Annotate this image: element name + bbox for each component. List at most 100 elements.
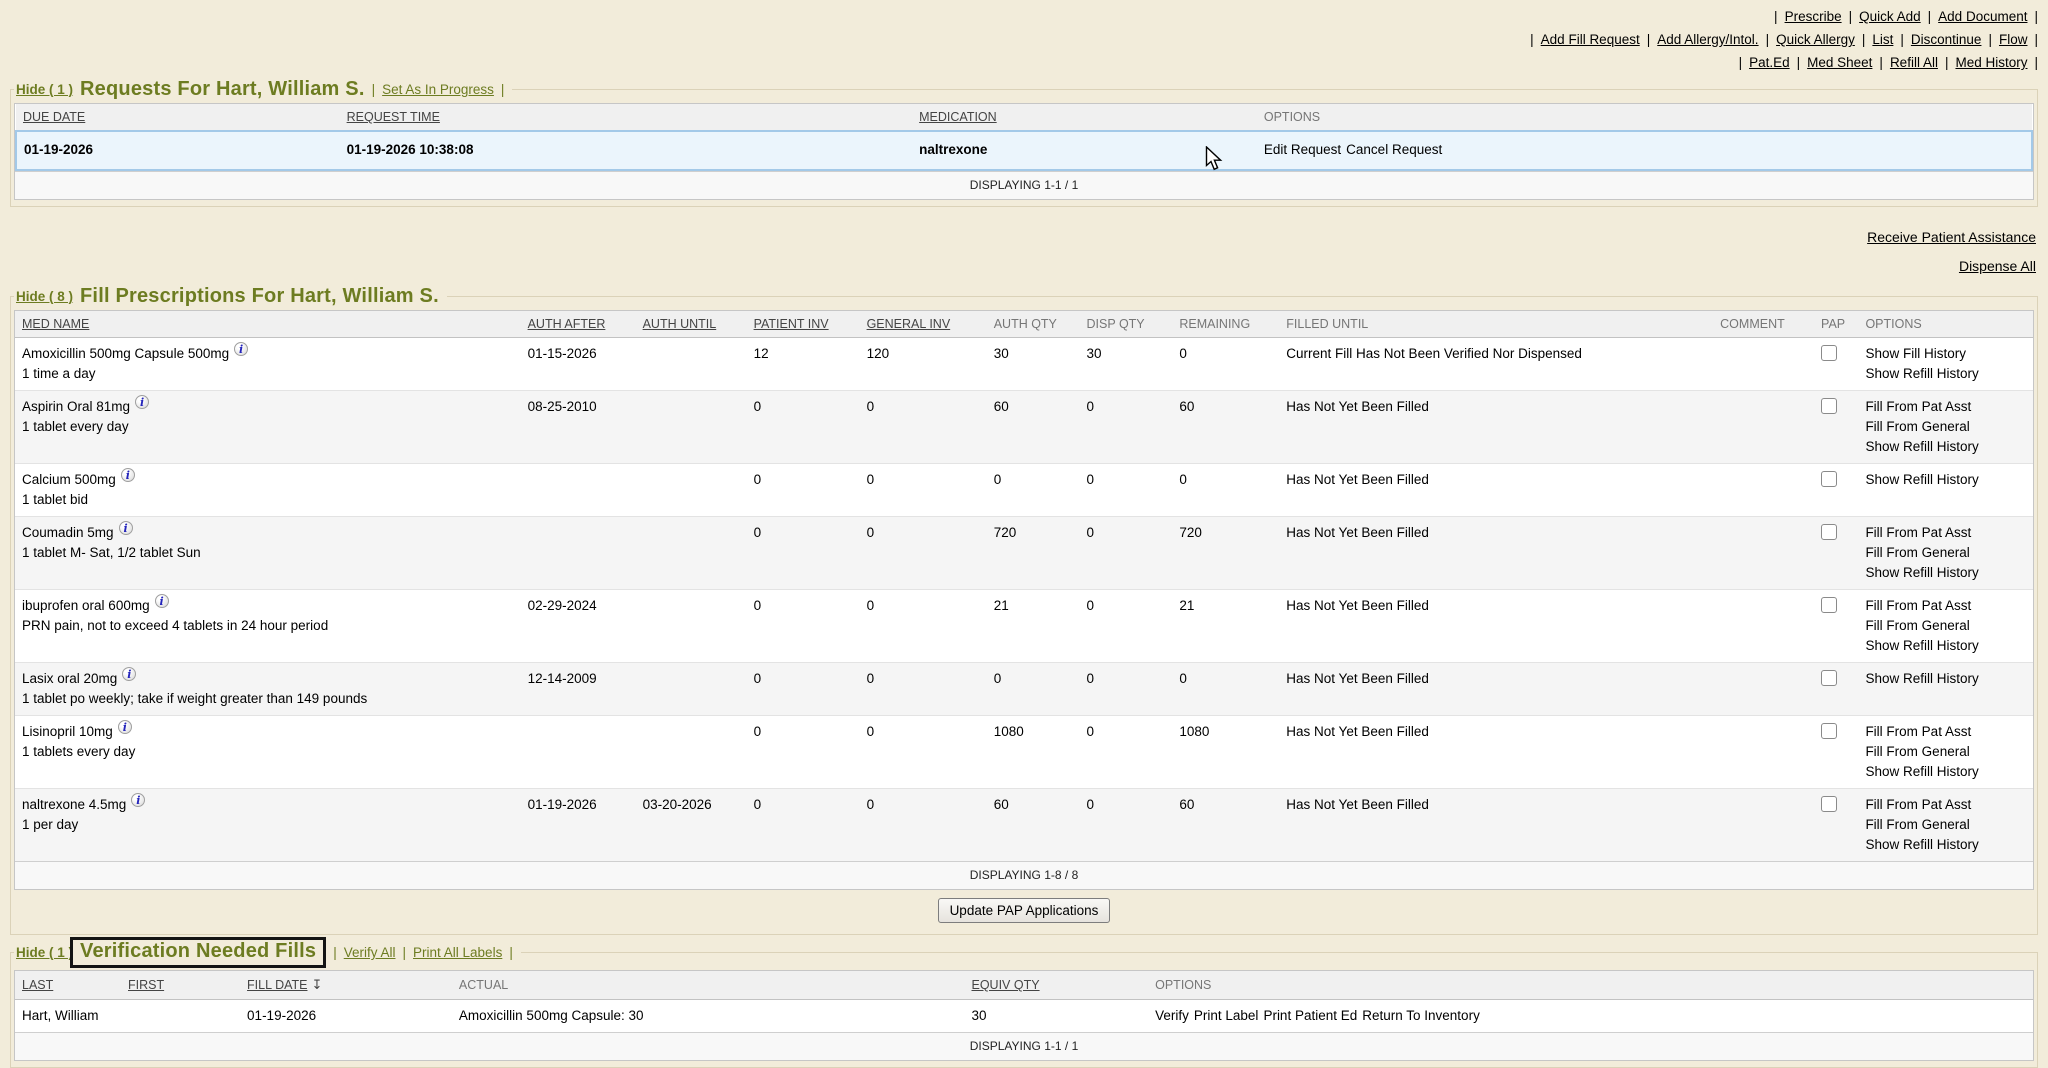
info-icon[interactable]: i [122,667,136,681]
column-patient-inv[interactable]: PATIENT INV [754,317,829,331]
pap-checkbox[interactable] [1821,345,1837,361]
pap-checkbox[interactable] [1821,597,1837,613]
column-med-name[interactable]: MED NAME [22,317,89,331]
separator: | [1647,32,1651,47]
request-due-date: 01-19-2026 [16,131,347,170]
option-link[interactable]: Fill From Pat Asst [1865,722,2027,742]
filled-until-cell: Has Not Yet Been Filled [1286,789,1720,862]
option-link[interactable]: Fill From General [1865,417,2027,437]
nav-link-add-document[interactable]: Add Document [1938,9,2027,24]
info-icon[interactable]: i [119,521,133,535]
disp-qty-cell: 30 [1087,338,1180,391]
dispense-all-link[interactable]: Dispense All [0,252,2036,281]
nav-link-discontinue[interactable]: Discontinue [1911,32,1982,47]
requests-section: Hide ( 1 ) Requests For Hart, William S.… [10,78,2038,207]
patient-inv-cell: 0 [754,590,867,663]
option-link[interactable]: Fill From Pat Asst [1865,596,2027,616]
column-options: OPTIONS [1264,110,1320,124]
info-icon[interactable]: i [234,342,248,356]
column-due-date[interactable]: DUE DATE [23,110,85,124]
option-link[interactable]: Fill From Pat Asst [1865,795,2027,815]
info-icon[interactable]: i [121,468,135,482]
separator: | [1774,9,1778,24]
receive-patient-assistance-link[interactable]: Receive Patient Assistance [0,223,2036,252]
option-link[interactable]: Show Refill History [1865,669,2027,689]
pap-checkbox[interactable] [1821,796,1837,812]
print-all-labels-link[interactable]: Print All Labels [413,945,502,960]
pap-checkbox[interactable] [1821,471,1837,487]
nav-link-pat-ed[interactable]: Pat.Ed [1749,55,1790,70]
nav-link-add-fill-request[interactable]: Add Fill Request [1541,32,1640,47]
column-auth-after[interactable]: AUTH AFTER [528,317,606,331]
column-medication[interactable]: MEDICATION [919,110,997,124]
auth-qty-cell: 30 [994,338,1087,391]
patient-inv-cell: 0 [754,716,867,789]
print-label-link[interactable]: Print Label [1194,1006,1259,1026]
print-patient-ed-link[interactable]: Print Patient Ed [1263,1006,1357,1026]
nav-link-flow[interactable]: Flow [1999,32,2028,47]
fill-hide-link[interactable]: Hide ( 8 ) [16,289,73,304]
pap-checkbox[interactable] [1821,670,1837,686]
pap-button-row: Update PAP Applications [14,890,2034,928]
verification-row: Hart, William 01-19-2026 Amoxicillin 500… [15,1000,2033,1033]
nav-link-med-sheet[interactable]: Med Sheet [1807,55,1872,70]
option-link[interactable]: Show Fill History [1865,344,2027,364]
general-inv-cell: 0 [867,663,994,716]
update-pap-applications-button[interactable]: Update PAP Applications [938,898,1111,923]
column-last[interactable]: LAST [22,978,53,992]
column-fill-date[interactable]: FILL DATE [247,978,307,992]
option-link[interactable]: Fill From General [1865,616,2027,636]
info-icon[interactable]: i [155,594,169,608]
option-link[interactable]: Show Refill History [1865,470,2027,490]
fill-row: Coumadin 5mgi 1 tablet M- Sat, 1/2 table… [15,517,2033,590]
verification-hide-link[interactable]: Hide ( 1 ) [16,945,73,960]
option-link[interactable]: Fill From General [1865,543,2027,563]
nav-link-list[interactable]: List [1872,32,1893,47]
column-first[interactable]: FIRST [128,978,164,992]
return-to-inventory-link[interactable]: Return To Inventory [1362,1006,1480,1026]
edit-request-link[interactable]: Edit Request [1264,140,1341,160]
column-filled-until: FILLED UNTIL [1286,317,1368,331]
filled-until-cell: Has Not Yet Been Filled [1286,716,1720,789]
pap-checkbox[interactable] [1821,398,1837,414]
nav-link-prescribe[interactable]: Prescribe [1785,9,1842,24]
verify-all-link[interactable]: Verify All [344,945,396,960]
request-row[interactable]: 01-19-2026 01-19-2026 10:38:08 naltrexon… [16,131,2032,170]
verification-table: LAST FIRST FILL DATE↧ ACTUAL EQUIV QTY O… [14,970,2034,1061]
nav-link-med-history[interactable]: Med History [1955,55,2027,70]
verify-link[interactable]: Verify [1155,1006,1189,1026]
option-link[interactable]: Fill From General [1865,742,2027,762]
option-link[interactable]: Show Refill History [1865,835,2027,855]
option-link[interactable]: Fill From Pat Asst [1865,397,2027,417]
remaining-cell: 0 [1179,663,1286,716]
requests-hide-link[interactable]: Hide ( 1 ) [16,82,73,97]
column-equiv-qty[interactable]: EQUIV QTY [972,978,1040,992]
nav-link-add-allergy-intol[interactable]: Add Allergy/Intol. [1657,32,1758,47]
verification-options: Verify Print Label Print Patient Ed Retu… [1155,1006,2027,1026]
info-icon[interactable]: i [118,720,132,734]
option-link[interactable]: Fill From Pat Asst [1865,523,2027,543]
option-link[interactable]: Fill From General [1865,815,2027,835]
separator: | [1879,55,1883,70]
set-as-in-progress-link[interactable]: Set As In Progress [382,82,494,97]
option-link[interactable]: Show Refill History [1865,762,2027,782]
option-link[interactable]: Show Refill History [1865,364,2027,384]
auth-after-cell: 02-29-2024 [528,590,643,663]
cancel-request-link[interactable]: Cancel Request [1346,140,1442,160]
column-request-time[interactable]: REQUEST TIME [347,110,440,124]
column-general-inv[interactable]: GENERAL INV [867,317,951,331]
column-auth-until[interactable]: AUTH UNTIL [643,317,717,331]
nav-link-quick-add[interactable]: Quick Add [1859,9,1921,24]
patient-inv-cell: 0 [754,391,867,464]
pap-checkbox[interactable] [1821,524,1837,540]
option-link[interactable]: Show Refill History [1865,437,2027,457]
option-link[interactable]: Show Refill History [1865,563,2027,583]
info-icon[interactable]: i [131,793,145,807]
auth-until-cell [643,391,754,464]
nav-link-quick-allergy[interactable]: Quick Allergy [1776,32,1855,47]
pap-checkbox[interactable] [1821,723,1837,739]
info-icon[interactable]: i [135,395,149,409]
option-link[interactable]: Show Refill History [1865,636,2027,656]
patient-inv-cell: 0 [754,517,867,590]
nav-link-refill-all[interactable]: Refill All [1890,55,1938,70]
